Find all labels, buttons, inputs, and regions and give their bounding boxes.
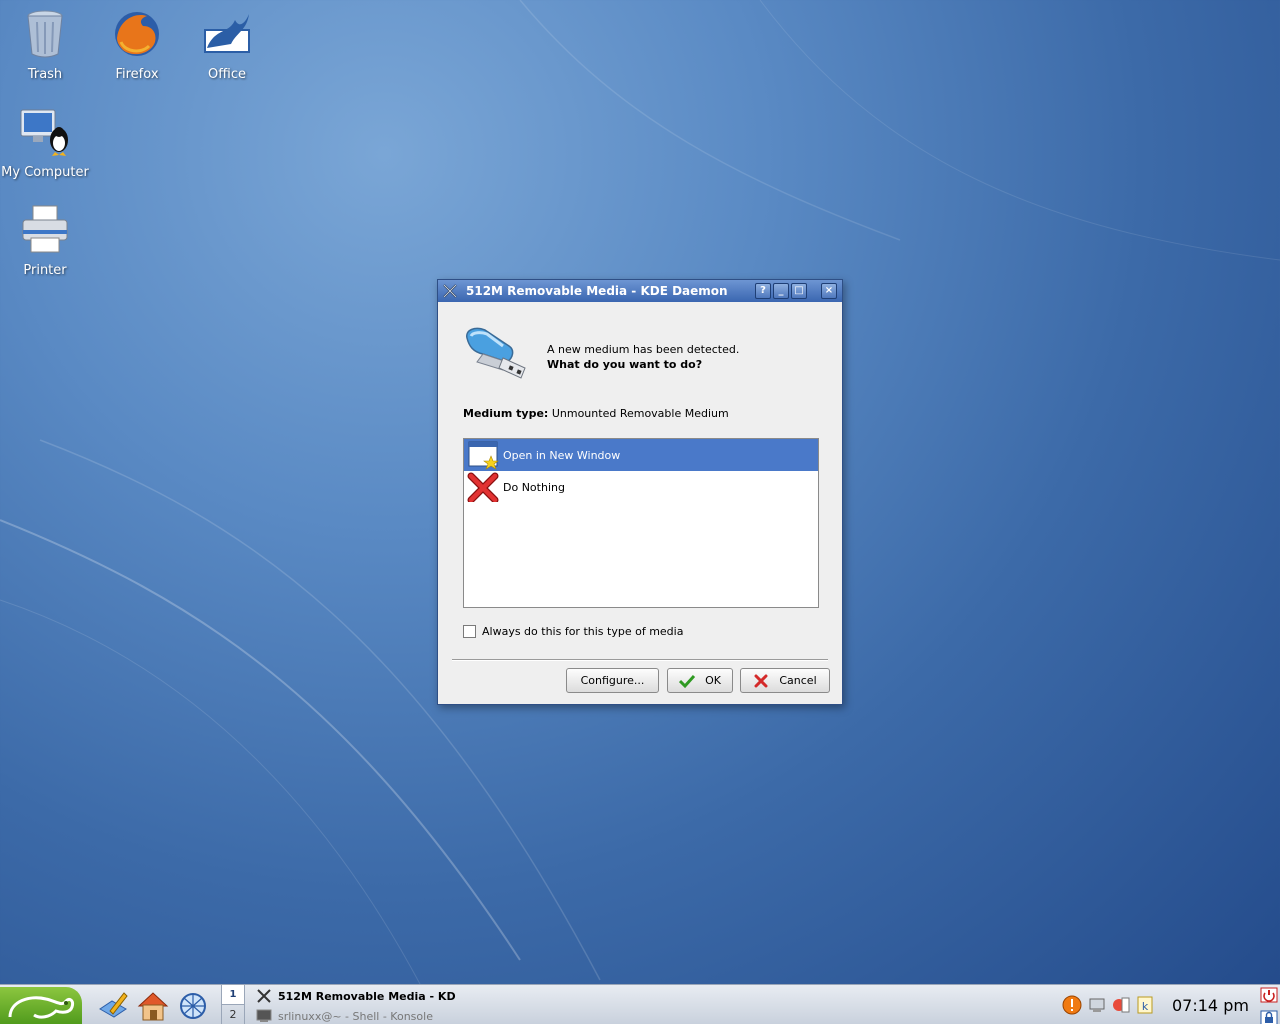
- action-list[interactable]: Open in New Window Do Nothing: [463, 438, 819, 608]
- maximize-button[interactable]: □: [791, 283, 807, 299]
- removable-media-dialog: 512M Removable Media - KDE Daemon ? _ □ …: [437, 279, 843, 705]
- network-icon[interactable]: [1087, 995, 1107, 1015]
- configure-button[interactable]: Configure...: [566, 668, 659, 693]
- desktop-icon-label: Printer: [23, 263, 67, 278]
- task-konsole[interactable]: srlinuxx@~ - Shell - Konsole: [256, 1007, 456, 1024]
- printer-icon: [22, 205, 68, 253]
- desktop-icon-label: Office: [208, 67, 246, 82]
- kde-daemon-icon: [257, 989, 271, 1003]
- list-item-label: Do Nothing: [503, 480, 565, 494]
- new-window-icon: [468, 441, 499, 470]
- close-button[interactable]: ×: [821, 283, 837, 299]
- writer-launcher-icon[interactable]: [96, 989, 130, 1023]
- clock[interactable]: 07:14 pm: [1172, 996, 1249, 1015]
- suse-gecko-icon: [8, 996, 74, 1019]
- list-item-label: Open in New Window: [503, 448, 621, 462]
- svg-text:k: k: [1142, 1000, 1149, 1013]
- trash-icon: [27, 10, 63, 58]
- desktop-icon-office[interactable]: Office: [182, 8, 272, 83]
- desktop-icon-label: Trash: [27, 67, 63, 82]
- ok-button[interactable]: OK: [667, 668, 733, 693]
- clipboard-klipper-icon[interactable]: [1111, 995, 1131, 1015]
- desktop-icon-label: My Computer: [1, 165, 89, 180]
- question-message: What do you want to do?: [547, 358, 703, 371]
- desktop-icon-firefox[interactable]: Firefox: [92, 8, 182, 83]
- logout-icon[interactable]: [1259, 987, 1279, 1003]
- always-checkbox-label: Always do this for this type of media: [482, 625, 684, 638]
- desktop-pager[interactable]: 1 2: [221, 985, 245, 1024]
- medium-type-value: Unmounted Removable Medium: [551, 407, 729, 420]
- pager-desktop-2[interactable]: 2: [222, 1005, 244, 1024]
- taskbar: 1 2 512M Removable Media - KDE D srlinux…: [0, 984, 1280, 1024]
- usb-stick-icon: [466, 327, 526, 379]
- dialog-titlebar[interactable]: 512M Removable Media - KDE Daemon ? _ □ …: [438, 280, 842, 302]
- terminal-icon: [256, 1009, 272, 1022]
- lock-screen-icon[interactable]: [1259, 1010, 1279, 1024]
- pager-desktop-1[interactable]: 1: [222, 985, 244, 1005]
- always-checkbox[interactable]: [463, 625, 476, 638]
- desktop-icon-printer[interactable]: Printer: [0, 204, 90, 279]
- task-removable-media[interactable]: 512M Removable Media - KDE D: [256, 987, 456, 1005]
- medium-type-row: Medium type: Unmounted Removable Medium: [463, 407, 729, 420]
- task-label: 512M Removable Media - KDE D: [278, 989, 456, 1003]
- ok-button-label: OK: [705, 674, 721, 687]
- help-button[interactable]: ?: [755, 283, 771, 299]
- list-item-open-new-window[interactable]: Open in New Window: [464, 439, 818, 471]
- medium-type-label: Medium type:: [463, 407, 549, 420]
- cancel-button-label: Cancel: [779, 674, 817, 687]
- kde-k-icon[interactable]: k: [1135, 995, 1155, 1015]
- always-do-row[interactable]: Always do this for this type of media: [463, 625, 683, 638]
- task-label: srlinuxx@~ - Shell - Konsole: [278, 1009, 433, 1023]
- minimize-button[interactable]: _: [773, 283, 789, 299]
- desktop-icon-my-computer[interactable]: My Computer: [0, 106, 90, 181]
- desktop-icon-label: Firefox: [115, 67, 159, 82]
- session-controls: [1259, 987, 1279, 1024]
- cancel-icon: [754, 674, 768, 687]
- start-menu-button[interactable]: [0, 987, 82, 1024]
- cancel-button[interactable]: Cancel: [740, 668, 830, 693]
- cancel-x-icon: [467, 472, 499, 502]
- home-icon[interactable]: [136, 989, 170, 1023]
- office-icon: [204, 14, 250, 53]
- list-item-do-nothing[interactable]: Do Nothing: [464, 471, 818, 503]
- update-alert-icon[interactable]: [1062, 995, 1082, 1015]
- configure-button-label: Configure...: [580, 674, 645, 687]
- dialog-separator: [452, 659, 828, 661]
- konqueror-browser-icon[interactable]: [176, 989, 210, 1023]
- desktop-icon-trash[interactable]: Trash: [0, 8, 90, 83]
- dialog-title: 512M Removable Media - KDE Daemon: [466, 284, 728, 298]
- computer-icon: [20, 109, 68, 156]
- firefox-icon: [115, 12, 159, 56]
- kde-daemon-icon: [443, 284, 457, 298]
- checkmark-icon: [679, 674, 696, 688]
- detected-message: A new medium has been detected.: [547, 343, 740, 356]
- dialog-body: A new medium has been detected. What do …: [441, 302, 839, 701]
